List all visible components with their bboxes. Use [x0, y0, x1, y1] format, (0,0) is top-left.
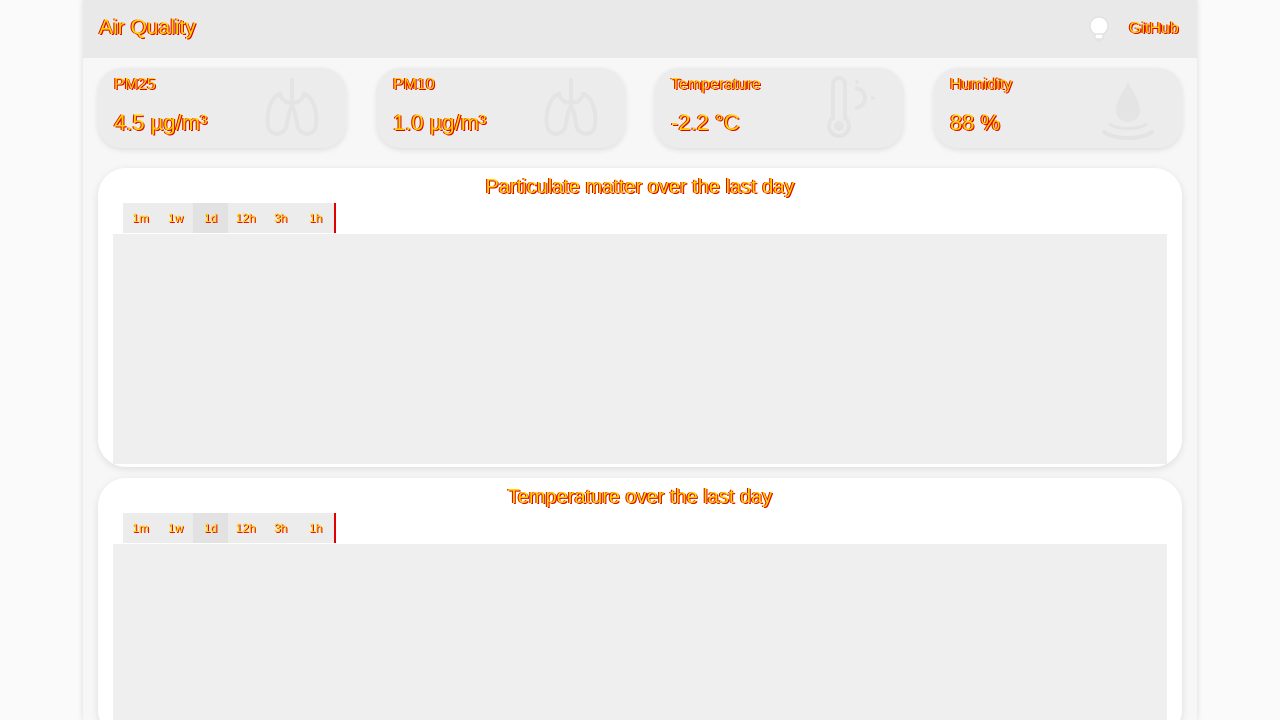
- range-button-12h[interactable]: 12h: [228, 513, 263, 543]
- navbar: Air Quality GitHub: [83, 0, 1197, 58]
- stat-card-humidity: Humidity 88 %: [934, 68, 1182, 148]
- stat-value: 1.0 µg/m³: [393, 110, 487, 135]
- thermometer-icon: [817, 74, 881, 142]
- range-selector: 1m 1w 1d 12h 3h 1h: [123, 513, 336, 543]
- chart-title: Particulate matter over the last day: [485, 176, 795, 198]
- range-button-1d[interactable]: 1d: [193, 203, 228, 233]
- range-button-1w[interactable]: 1w: [158, 513, 193, 543]
- lungs-icon: [260, 74, 324, 142]
- stat-value: 4.5 µg/m³: [114, 110, 208, 135]
- range-button-1m[interactable]: 1m: [123, 513, 158, 543]
- stat-label: Temperature: [671, 76, 761, 93]
- stat-label: PM25: [114, 76, 156, 93]
- page-container: Air Quality GitHub PM25 4.5 µg/m³ PM10 1…: [83, 0, 1197, 720]
- water-drop-icon: [1096, 74, 1160, 142]
- app-title[interactable]: Air Quality: [99, 16, 196, 40]
- range-button-12h[interactable]: 12h: [228, 203, 263, 233]
- stat-value: -2.2 °C: [671, 110, 740, 135]
- range-button-3h[interactable]: 3h: [263, 203, 298, 233]
- chart-title: Temperature over the last day: [507, 486, 773, 508]
- stat-value: 88 %: [950, 110, 1001, 135]
- chart-card-particulate: Particulate matter over the last day 1m …: [98, 168, 1182, 467]
- lightbulb-icon[interactable]: [1086, 14, 1112, 44]
- stat-label: PM10: [393, 76, 435, 93]
- range-button-1h[interactable]: 1h: [298, 203, 333, 233]
- range-button-1w[interactable]: 1w: [158, 203, 193, 233]
- chart-card-temperature: Temperature over the last day 1m 1w 1d 1…: [98, 478, 1182, 720]
- stat-card-temperature: Temperature -2.2 °C: [655, 68, 903, 148]
- stat-label: Humidity: [950, 76, 1013, 93]
- range-selector: 1m 1w 1d 12h 3h 1h: [123, 203, 336, 233]
- range-button-1h[interactable]: 1h: [298, 513, 333, 543]
- range-button-3h[interactable]: 3h: [263, 513, 298, 543]
- github-link[interactable]: GitHub: [1129, 20, 1179, 38]
- lungs-icon: [539, 74, 603, 142]
- stat-card-pm25: PM25 4.5 µg/m³: [98, 68, 346, 148]
- range-button-1d[interactable]: 1d: [193, 513, 228, 543]
- chart-plot-area[interactable]: [113, 234, 1167, 464]
- stat-card-pm10: PM10 1.0 µg/m³: [377, 68, 625, 148]
- chart-plot-area[interactable]: [113, 544, 1167, 720]
- range-button-1m[interactable]: 1m: [123, 203, 158, 233]
